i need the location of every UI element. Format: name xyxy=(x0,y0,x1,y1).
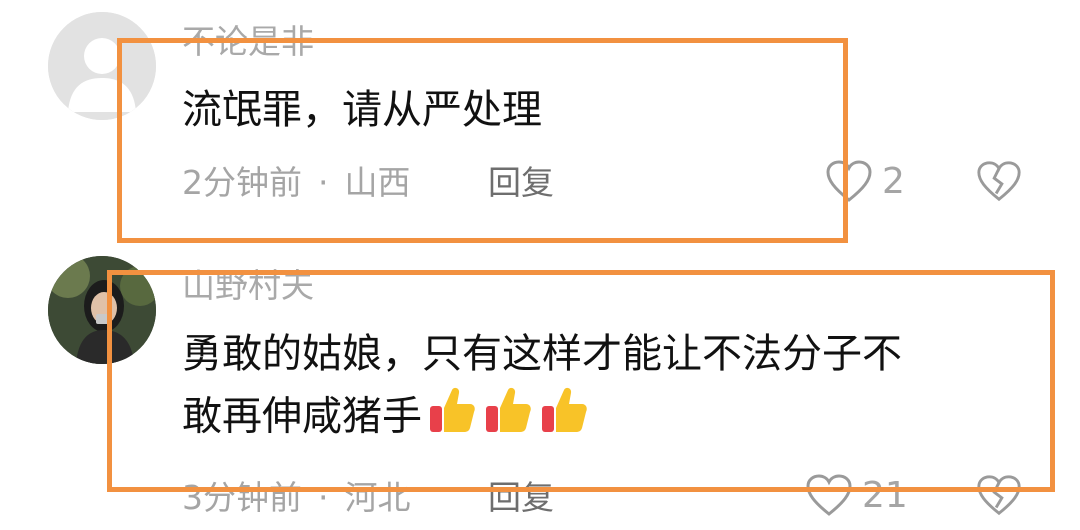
broken-heart-icon xyxy=(977,161,1021,202)
comment-item: 山野村夫 勇敢的姑娘，只有这样才能让不法分子不 敢再伸咸猪手 3分钟前 · 河北 回… xyxy=(0,250,1080,530)
comment-username[interactable]: 山野村夫 xyxy=(182,266,314,306)
comment-time: 3分钟前 xyxy=(182,478,302,517)
thumbs-up-icon xyxy=(426,384,478,453)
heart-icon xyxy=(806,474,852,516)
comment-location: 山西 xyxy=(344,163,411,202)
like-button[interactable]: 21 xyxy=(804,472,908,520)
comment-meta: 3分钟前 · 河北 xyxy=(182,478,411,518)
user-avatar[interactable] xyxy=(48,256,156,364)
meta-separator: · xyxy=(318,478,329,517)
heart-icon xyxy=(826,160,872,202)
like-count: 2 xyxy=(882,161,905,202)
dislike-button[interactable] xyxy=(975,158,1023,210)
dislike-button[interactable] xyxy=(975,472,1023,524)
photo-avatar xyxy=(48,256,156,364)
comment-text-line: 敢再伸咸猪手 xyxy=(182,384,1022,453)
thumbs-up-icon xyxy=(538,384,590,453)
comment-username[interactable]: 不论是非 xyxy=(182,22,314,62)
comment-location: 河北 xyxy=(344,478,411,517)
comment-text: 勇敢的姑娘，只有这样才能让不法分子不 敢再伸咸猪手 xyxy=(182,324,1022,453)
comment-text-line: 勇敢的姑娘，只有这样才能让不法分子不 xyxy=(182,331,902,377)
comment-item: 不论是非 流氓罪，请从严处理 2分钟前 · 山西 回复 2 xyxy=(0,0,1080,250)
like-button[interactable]: 2 xyxy=(824,158,905,206)
broken-heart-icon xyxy=(977,475,1021,516)
like-count: 21 xyxy=(862,475,908,516)
default-avatar-icon xyxy=(48,12,156,120)
thumbs-up-icon xyxy=(482,384,534,453)
comment-text: 流氓罪，请从严处理 xyxy=(182,87,542,133)
reply-button[interactable]: 回复 xyxy=(488,163,554,203)
comment-time: 2分钟前 xyxy=(182,163,302,202)
meta-separator: · xyxy=(318,163,329,202)
reply-button[interactable]: 回复 xyxy=(488,478,554,518)
comment-meta: 2分钟前 · 山西 xyxy=(182,163,411,203)
user-avatar[interactable] xyxy=(48,12,156,120)
comment-text-fragment: 敢再伸咸猪手 xyxy=(182,393,422,440)
